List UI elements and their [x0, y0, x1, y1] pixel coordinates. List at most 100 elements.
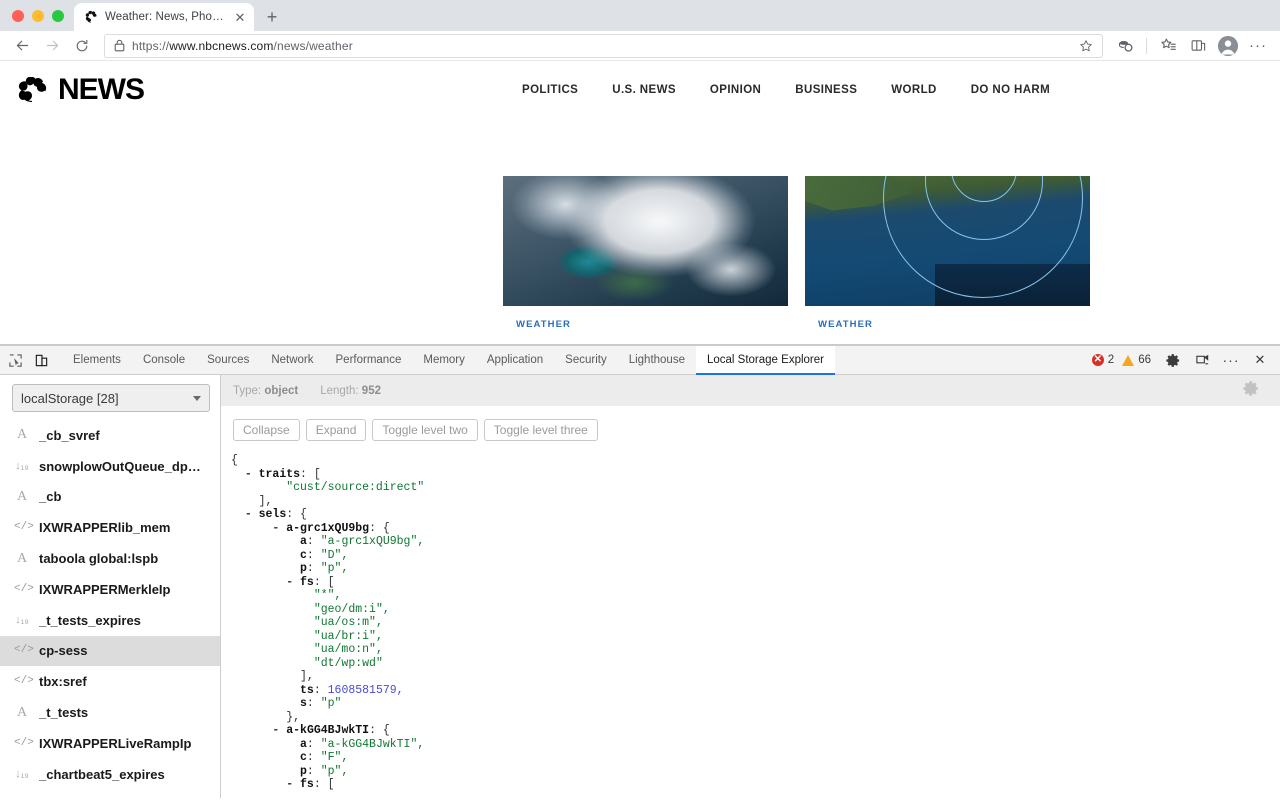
story-headline[interactable]: Tropical Storm Eta lashes Florida after … [503, 339, 788, 344]
story-card[interactable]: WEATHER Tropical Storm Eta lashes Florid… [503, 176, 788, 344]
nav-item-world[interactable]: WORLD [874, 84, 953, 96]
back-button[interactable] [8, 32, 36, 60]
storage-type-value: localStorage [28] [21, 390, 119, 406]
story-card[interactable]: WEATHER 4.0 earthquake hits Massachusett… [805, 176, 1090, 344]
storage-type-select[interactable]: localStorage [28] [12, 384, 210, 412]
nav-item-opinion[interactable]: OPINION [693, 84, 778, 96]
browser-toolbar: https://www.nbcnews.com/news/weather ··· [0, 31, 1280, 61]
list-item[interactable]: </> IXWRAPPERLiveRampIp [0, 728, 220, 759]
nav-item-do-no-harm[interactable]: DO NO HARM [954, 84, 1067, 96]
value-type: Type: object [233, 385, 298, 397]
list-item[interactable]: </> IXWRAPPERMerkleIp [0, 574, 220, 605]
json-tree-viewer[interactable]: { - traits: [ "cust/source:direct" ], - … [221, 450, 1280, 798]
window-minimize-button[interactable] [32, 9, 44, 22]
value-length-label: Length: [320, 384, 359, 397]
tab-lighthouse[interactable]: Lighthouse [618, 346, 696, 375]
tab-application[interactable]: Application [476, 346, 554, 375]
json-toggle-icon[interactable]: - [245, 508, 252, 521]
nbc-news-wordmark: NEWS [58, 72, 145, 106]
story-headline[interactable]: 4.0 earthquake hits Massachusetts [805, 339, 1090, 344]
tab-memory[interactable]: Memory [412, 346, 476, 375]
panel-gear-icon[interactable] [1243, 380, 1260, 402]
key-label: _cb [39, 489, 62, 505]
list-item[interactable]: </> tbx:sref [0, 666, 220, 697]
site-header: NEWS POLITICS U.S. NEWS OPINION BUSINESS… [0, 61, 1280, 118]
favorite-icon[interactable] [1076, 32, 1096, 60]
type-object-icon: </> [14, 736, 34, 749]
warning-counter[interactable]: 66 [1122, 354, 1151, 366]
tab-console[interactable]: Console [132, 346, 196, 375]
tab-performance[interactable]: Performance [325, 346, 413, 375]
browser-more-icon[interactable]: ··· [1244, 32, 1272, 60]
devtools-dock-icon[interactable] [1189, 347, 1215, 373]
list-item[interactable]: A _cb [0, 482, 220, 513]
list-item[interactable]: ↓₁₉ _t_tests_expires [0, 605, 220, 636]
key-label: _t_tests [39, 705, 89, 721]
json-punct: ], [258, 494, 273, 508]
expand-button[interactable]: Expand [305, 419, 367, 441]
list-item[interactable]: Ataboola global:lspb [0, 543, 220, 574]
inspect-element-icon[interactable] [2, 347, 28, 373]
json-toggle-icon[interactable]: - [286, 778, 293, 791]
json-toggle-icon[interactable]: - [286, 576, 293, 589]
nav-item-us-news[interactable]: U.S. NEWS [595, 84, 693, 96]
window-maximize-button[interactable] [52, 9, 64, 22]
url-host: www.nbcnews.com [169, 38, 274, 53]
peacock-logo-icon [14, 76, 50, 103]
list-item[interactable]: A _t_tests [0, 697, 220, 728]
json-toggle-icon[interactable]: - [272, 522, 279, 535]
json-punct: : [ [300, 467, 321, 481]
nav-item-politics[interactable]: POLITICS [505, 84, 595, 96]
reload-button[interactable] [68, 32, 96, 60]
json-line: { [231, 454, 1280, 468]
key-label: taboola global:lspb [39, 551, 159, 567]
json-toggle-icon[interactable]: - [272, 724, 279, 737]
error-counter[interactable]: ✕ 2 [1091, 354, 1114, 366]
tab-security[interactable]: Security [554, 346, 618, 375]
tab-local-storage-explorer[interactable]: Local Storage Explorer [695, 345, 835, 375]
type-string-icon: A [16, 704, 28, 720]
json-line: - fs: [ [231, 576, 1280, 590]
device-toolbar-icon[interactable] [28, 347, 54, 373]
story-kicker[interactable]: WEATHER [805, 306, 923, 339]
avatar [1218, 35, 1238, 56]
earthquake-map-image [805, 176, 1090, 306]
list-item[interactable]: ↓₁₉ snowplowOutQueue_dpm_... [0, 451, 220, 482]
json-key: p [300, 562, 307, 575]
value-type-label: Type: [233, 384, 262, 397]
devtools-more-icon[interactable]: ··· [1218, 347, 1244, 373]
tab-sources[interactable]: Sources [196, 346, 260, 375]
local-storage-value-panel: Type: object Length: 952 Collapse Expand… [221, 375, 1280, 798]
forward-button[interactable] [38, 32, 66, 60]
window-close-button[interactable] [12, 9, 24, 22]
list-item[interactable]: </> IXWRAPPERlib_mem [0, 512, 220, 543]
nbc-news-logo[interactable]: NEWS [14, 72, 145, 107]
split-screen-icon[interactable] [1184, 32, 1212, 60]
toggle-level-two-button[interactable]: Toggle level two [372, 419, 478, 441]
json-string-value: "p" [320, 697, 342, 710]
settings-gear-icon[interactable] [1160, 347, 1186, 373]
nav-item-business[interactable]: BUSINESS [778, 84, 874, 96]
toggle-level-three-button[interactable]: Toggle level three [483, 419, 598, 441]
json-toggle-icon[interactable]: - [245, 468, 252, 481]
story-kicker[interactable]: WEATHER [503, 306, 621, 339]
list-item[interactable]: A _cb_svref [0, 420, 220, 451]
collapse-button[interactable]: Collapse [233, 419, 300, 441]
devtools-close-icon[interactable]: ✕ [1247, 347, 1273, 373]
favorites-list-icon[interactable] [1154, 32, 1182, 60]
json-punct: }, [286, 710, 301, 724]
json-key: traits [258, 467, 301, 481]
storage-select-wrap: localStorage [28] [0, 375, 220, 420]
collections-icon[interactable] [1111, 32, 1139, 60]
list-item-selected[interactable]: </> cp-sess [0, 635, 220, 667]
new-tab-button[interactable]: + [258, 3, 286, 31]
json-line: p: "p", [231, 562, 1280, 576]
profile-avatar[interactable] [1214, 32, 1242, 60]
tab-elements[interactable]: Elements [62, 346, 132, 375]
tab-network[interactable]: Network [260, 346, 324, 375]
browser-tab[interactable]: Weather: News, Photos &amp; ✕ [74, 3, 254, 31]
tab-close-icon[interactable]: ✕ [232, 9, 248, 25]
address-bar[interactable]: https://www.nbcnews.com/news/weather [104, 32, 1103, 60]
list-item[interactable]: ↓₁₉ _chartbeat5_expires [0, 759, 220, 790]
json-line: "ua/os:m", [231, 616, 1280, 630]
